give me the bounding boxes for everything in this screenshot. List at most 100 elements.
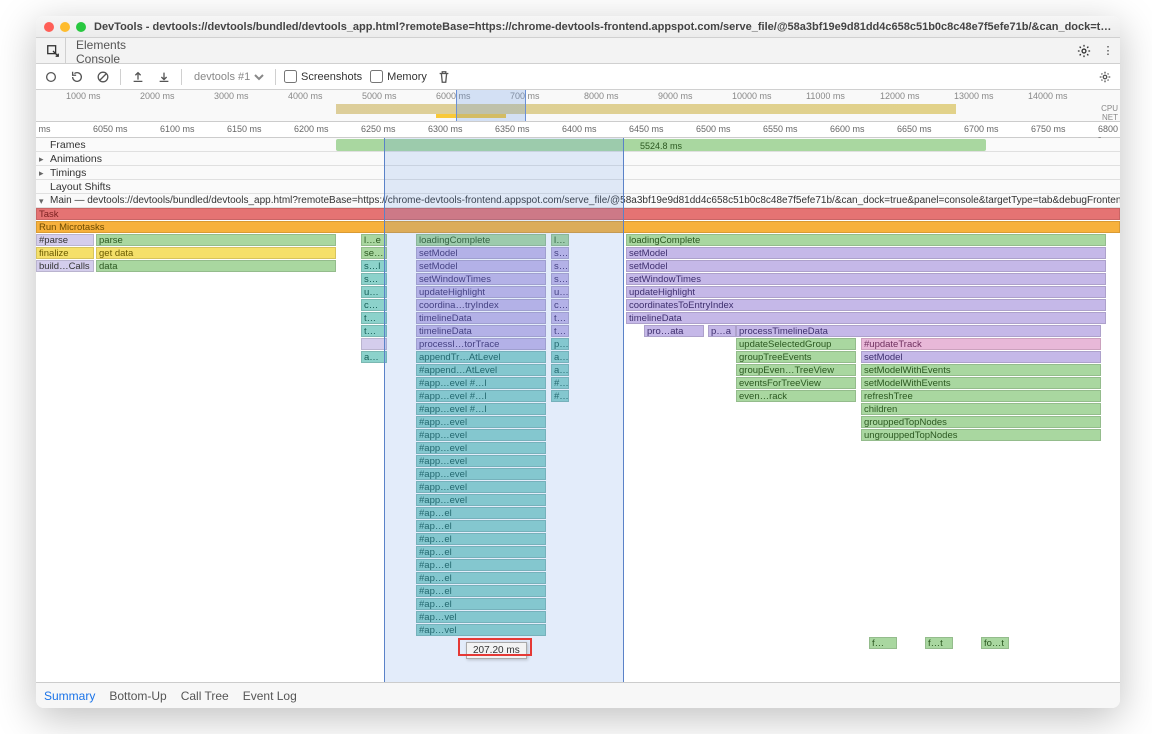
flame-bar[interactable]: #app…evel #…l xyxy=(416,377,546,389)
flame-bar[interactable]: groupEven…TreeView xyxy=(736,364,856,376)
flame-bar[interactable]: loadingComplete xyxy=(626,234,1106,246)
flame-bar[interactable]: appendTr…AtLevel xyxy=(416,351,546,363)
flame-bar[interactable]: setWindowTimes xyxy=(626,273,1106,285)
flame-bar[interactable]: timelineData xyxy=(416,325,546,337)
flame-bar[interactable]: get data xyxy=(96,247,336,259)
flame-bar[interactable]: s… xyxy=(551,273,569,285)
flame-bar[interactable]: pro…ata xyxy=(644,325,704,337)
flame-bar[interactable]: groupTreeEvents xyxy=(736,351,856,363)
download-button[interactable] xyxy=(155,68,173,86)
timeline-ruler[interactable]: 00 ms6050 ms6100 ms6150 ms6200 ms6250 ms… xyxy=(36,122,1120,138)
flame-bar[interactable]: #app…evel xyxy=(416,481,546,493)
flame-bar[interactable]: a… xyxy=(361,351,387,363)
timings-track[interactable]: Timings xyxy=(36,166,1120,180)
flame-bar[interactable]: #app…evel xyxy=(416,416,546,428)
flame-bar[interactable]: l… xyxy=(551,234,569,246)
panel-tab-elements[interactable]: Elements xyxy=(66,38,155,52)
layout-shifts-track[interactable]: Layout Shifts xyxy=(36,180,1120,194)
flame-bar[interactable]: updateHighlight xyxy=(626,286,1106,298)
kebab-menu-icon[interactable]: ⋮ xyxy=(1096,38,1120,63)
details-tab-eventlog[interactable]: Event Log xyxy=(243,689,297,703)
flame-bar[interactable]: refreshTree xyxy=(861,390,1101,402)
flame-bar[interactable]: #append…AtLevel xyxy=(416,364,546,376)
upload-button[interactable] xyxy=(129,68,147,86)
animations-track[interactable]: Animations xyxy=(36,152,1120,166)
context-select[interactable]: devtools #1 xyxy=(190,70,267,84)
flame-bar[interactable]: t… xyxy=(361,325,387,337)
flame-bar[interactable]: finalize xyxy=(36,247,94,259)
flame-bar[interactable]: timelineData xyxy=(416,312,546,324)
flame-bar[interactable]: #app…evel xyxy=(416,429,546,441)
flame-bar[interactable]: eventsForTreeView xyxy=(736,377,856,389)
flame-bar[interactable]: setModelWithEvents xyxy=(861,364,1101,376)
flame-bar[interactable]: data xyxy=(96,260,336,272)
flame-bar[interactable]: #ap…el xyxy=(416,559,546,571)
zoom-icon[interactable] xyxy=(76,22,86,32)
flame-bar[interactable]: p…a xyxy=(708,325,736,337)
screenshots-checkbox[interactable]: Screenshots xyxy=(284,70,362,83)
flame-chart[interactable]: TaskRun Microtasks#parseparsel…eloadingC… xyxy=(36,208,1120,650)
flame-bar[interactable]: #ap…vel xyxy=(416,624,546,636)
flame-bar[interactable]: #app…evel #…l xyxy=(416,403,546,415)
flame-bar[interactable]: c… xyxy=(551,299,569,311)
traffic-lights[interactable] xyxy=(44,22,86,32)
flame-bar[interactable]: setModel xyxy=(626,260,1106,272)
flame-bar[interactable]: #ap…el xyxy=(416,598,546,610)
flame-bar[interactable]: children xyxy=(861,403,1101,415)
flame-bar[interactable]: p… xyxy=(551,338,569,350)
flame-bar[interactable]: Task xyxy=(36,208,1120,220)
flame-bar[interactable]: #ap…el xyxy=(416,572,546,584)
flame-bar[interactable]: #ap…el xyxy=(416,533,546,545)
flame-bar[interactable]: t… xyxy=(361,312,387,324)
flame-bar[interactable]: #app…evel #…l xyxy=(416,390,546,402)
flame-bar[interactable]: processTimelineData xyxy=(736,325,1101,337)
flame-bar[interactable]: f… xyxy=(869,637,897,649)
flame-bar[interactable]: coordinatesToEntryIndex xyxy=(626,299,1106,311)
flame-bar[interactable]: c… xyxy=(361,299,387,311)
flame-bar[interactable]: #ap…el xyxy=(416,507,546,519)
flame-bar[interactable]: setModelWithEvents xyxy=(861,377,1101,389)
record-button[interactable] xyxy=(42,68,60,86)
details-tab-calltree[interactable]: Call Tree xyxy=(181,689,229,703)
flame-bar[interactable]: #parse xyxy=(36,234,94,246)
flame-bar[interactable]: a… xyxy=(551,364,569,376)
flame-chart-area[interactable]: Frames 5524.8 ms Animations Timings Layo… xyxy=(36,138,1120,682)
flame-bar[interactable]: updateHighlight xyxy=(416,286,546,298)
flame-bar[interactable]: ungrouppedTopNodes xyxy=(861,429,1101,441)
flame-bar[interactable]: a… xyxy=(551,351,569,363)
flame-bar[interactable]: s…l xyxy=(361,260,387,272)
flame-bar[interactable]: s… xyxy=(551,260,569,272)
flame-bar[interactable]: u… xyxy=(551,286,569,298)
flame-bar[interactable]: coordina…tryIndex xyxy=(416,299,546,311)
details-tab-summary[interactable]: Summary xyxy=(44,689,95,703)
frames-track[interactable]: Frames 5524.8 ms xyxy=(36,138,1120,152)
flame-bar[interactable]: #ap…el xyxy=(416,546,546,558)
flame-bar[interactable]: #app…evel xyxy=(416,442,546,454)
flame-bar[interactable]: setModel xyxy=(416,247,546,259)
details-tab-bottomup[interactable]: Bottom-Up xyxy=(109,689,166,703)
flame-bar[interactable]: processI…torTrace xyxy=(416,338,546,350)
flame-bar[interactable]: f…t xyxy=(925,637,953,649)
flame-bar[interactable]: s… xyxy=(361,273,387,285)
trash-button[interactable] xyxy=(435,68,453,86)
flame-bar[interactable]: #ap…vel xyxy=(416,611,546,623)
flame-bar[interactable]: Run Microtasks xyxy=(36,221,1120,233)
settings-small-gear-icon[interactable] xyxy=(1096,68,1114,86)
flame-bar[interactable]: parse xyxy=(96,234,336,246)
close-icon[interactable] xyxy=(44,22,54,32)
flame-bar[interactable]: #app…evel xyxy=(416,494,546,506)
flame-bar[interactable]: #app…evel xyxy=(416,468,546,480)
settings-gear-icon[interactable] xyxy=(1072,38,1096,63)
flame-bar[interactable]: updateSelectedGroup xyxy=(736,338,856,350)
minimize-icon[interactable] xyxy=(60,22,70,32)
flame-bar[interactable] xyxy=(361,338,387,350)
flame-bar[interactable]: #ap…el xyxy=(416,585,546,597)
main-thread-track[interactable]: Main — devtools://devtools/bundled/devto… xyxy=(36,194,1120,208)
overview-selection[interactable] xyxy=(456,90,526,121)
flame-bar[interactable]: #… xyxy=(551,390,569,402)
flame-bar[interactable]: #ap…el xyxy=(416,520,546,532)
flame-bar[interactable]: setModel xyxy=(861,351,1101,363)
flame-bar[interactable]: t… xyxy=(551,325,569,337)
memory-checkbox[interactable]: Memory xyxy=(370,70,427,83)
flame-bar[interactable]: grouppedTopNodes xyxy=(861,416,1101,428)
